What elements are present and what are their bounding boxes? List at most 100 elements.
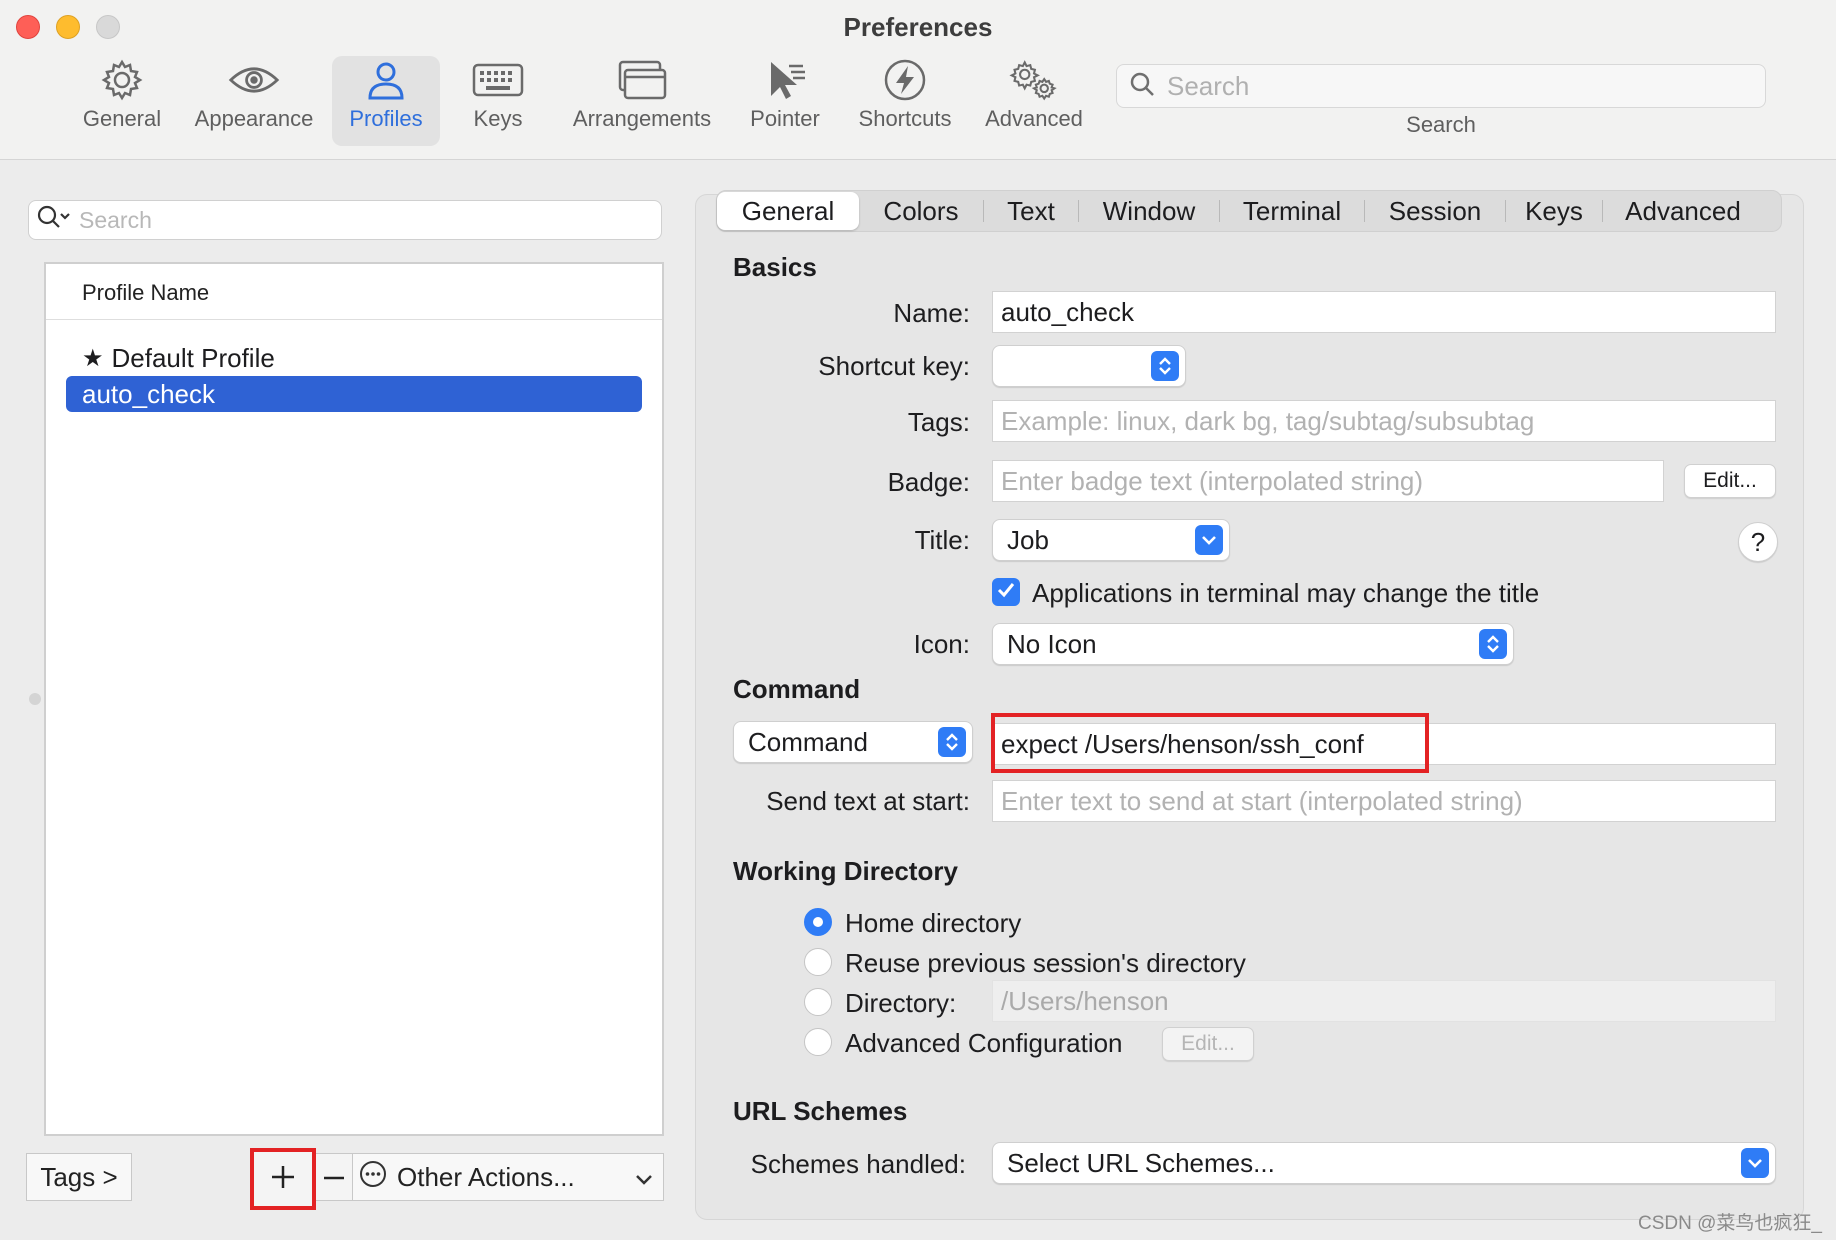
toolbar-keys[interactable]: Keys <box>458 56 538 146</box>
directory-label[interactable]: Directory: <box>845 988 956 1019</box>
tab-text[interactable]: Text <box>984 192 1078 230</box>
working-directory-section-title: Working Directory <box>733 856 958 886</box>
name-field[interactable] <box>992 291 1776 333</box>
toolbar-shortcuts-label: Shortcuts <box>858 106 952 131</box>
apps-change-title-checkbox[interactable] <box>992 578 1020 606</box>
title-value: Job <box>1007 524 1049 555</box>
profile-list: Profile Name ★ Default Profile auto_chec… <box>44 262 664 1136</box>
icon-popup[interactable]: No Icon <box>992 623 1514 665</box>
preferences-search-input[interactable] <box>1167 70 1727 102</box>
checkmark-icon <box>996 581 1016 604</box>
toolbar-pointer[interactable]: Pointer <box>742 56 828 146</box>
other-actions-label: Other Actions... <box>397 1161 575 1192</box>
other-actions-menu[interactable]: Other Actions... <box>352 1153 664 1201</box>
badge-edit-button[interactable]: Edit... <box>1684 464 1776 498</box>
gear-icon <box>96 56 148 104</box>
radio-directory[interactable] <box>804 988 832 1016</box>
pointer-icon <box>759 56 811 104</box>
profile-name-column-header[interactable]: Profile Name <box>46 264 662 320</box>
title-help-button[interactable]: ? <box>1738 522 1778 562</box>
url-schemes-section-title: URL Schemes <box>733 1096 908 1126</box>
shortcut-key-popup[interactable] <box>992 345 1186 387</box>
tab-advanced[interactable]: Advanced <box>1603 192 1763 230</box>
keyboard-icon <box>472 56 524 104</box>
badge-label: Badge: <box>887 467 970 497</box>
tab-terminal[interactable]: Terminal <box>1220 192 1364 230</box>
url-schemes-popup[interactable]: Select URL Schemes... <box>992 1142 1776 1184</box>
toolbar-general[interactable]: General <box>70 56 174 146</box>
schemes-handled-label: Schemes handled: <box>750 1149 966 1179</box>
send-text-input[interactable] <box>1001 785 1775 817</box>
toolbar-appearance-label: Appearance <box>194 106 314 131</box>
profile-row-default[interactable]: ★ Default Profile <box>66 340 642 376</box>
badge-field[interactable] <box>992 460 1664 502</box>
radio-reuse-previous-directory[interactable] <box>804 948 832 976</box>
preferences-window: Preferences General Appearance Profiles <box>0 0 1836 1240</box>
badge-input[interactable] <box>1001 465 1663 497</box>
up-down-chevron-icon <box>1151 351 1179 381</box>
search-icon <box>1129 71 1155 102</box>
icon-value: No Icon <box>1007 628 1097 659</box>
directory-field[interactable] <box>992 980 1776 1022</box>
advanced-configuration-label[interactable]: Advanced Configuration <box>845 1028 1123 1059</box>
toolbar-keys-label: Keys <box>473 106 523 131</box>
toolbar-arrangements-label: Arrangements <box>572 106 712 131</box>
up-down-chevron-icon <box>938 727 966 757</box>
name-input[interactable] <box>1001 296 1775 328</box>
advanced-configuration-edit-button[interactable]: Edit... <box>1162 1027 1254 1061</box>
title-popup[interactable]: Job <box>992 519 1230 561</box>
toolbar-appearance[interactable]: Appearance <box>186 56 322 146</box>
shortcut-key-label: Shortcut key: <box>818 351 970 381</box>
directory-input[interactable] <box>1001 985 1775 1017</box>
profile-settings-panel <box>695 194 1804 1220</box>
preferences-search-field[interactable] <box>1116 64 1766 108</box>
minus-icon <box>323 1168 345 1186</box>
tags-toggle-button[interactable]: Tags > <box>26 1153 132 1201</box>
remove-profile-button[interactable] <box>316 1153 352 1201</box>
send-text-field[interactable] <box>992 780 1776 822</box>
name-label: Name: <box>893 298 970 328</box>
eye-icon <box>228 56 280 104</box>
send-text-label: Send text at start: <box>766 786 970 816</box>
reuse-previous-directory-label[interactable]: Reuse previous session's directory <box>845 948 1246 979</box>
add-profile-button[interactable] <box>250 1148 316 1210</box>
plus-icon <box>270 1164 296 1195</box>
tags-field[interactable] <box>992 400 1776 442</box>
radio-advanced-configuration[interactable] <box>804 1028 832 1056</box>
gears-icon <box>1008 56 1060 104</box>
chevron-down-icon <box>635 1162 653 1193</box>
tab-colors[interactable]: Colors <box>859 192 983 230</box>
command-section-title: Command <box>733 674 861 704</box>
profile-search-input[interactable] <box>79 206 639 234</box>
chevron-down-icon <box>1195 525 1223 555</box>
icon-label: Icon: <box>913 629 970 659</box>
split-view-handle[interactable] <box>29 693 41 705</box>
tab-keys[interactable]: Keys <box>1506 192 1602 230</box>
tab-session[interactable]: Session <box>1365 192 1505 230</box>
tab-general[interactable]: General <box>717 192 859 230</box>
profile-row-auto-check[interactable]: auto_check <box>66 376 642 412</box>
toolbar-pointer-label: Pointer <box>750 106 820 131</box>
tags-input[interactable] <box>1001 405 1775 437</box>
profile-tab-bar: General Colors Text Window Terminal Sess… <box>716 190 1782 232</box>
apps-change-title-label[interactable]: Applications in terminal may change the … <box>1032 578 1539 609</box>
command-mode-popup[interactable]: Command <box>733 721 973 763</box>
toolbar-advanced[interactable]: Advanced <box>978 56 1090 146</box>
toolbar-arrangements[interactable]: Arrangements <box>562 56 722 146</box>
home-directory-label[interactable]: Home directory <box>845 908 1021 939</box>
radio-home-directory[interactable] <box>804 908 832 936</box>
toolbar-profiles[interactable]: Profiles <box>332 56 440 146</box>
command-mode-value: Command <box>748 726 868 757</box>
chevron-down-icon <box>1741 1148 1769 1178</box>
search-filter-icon <box>37 205 71 236</box>
annotation-highlight-command <box>991 713 1429 773</box>
toolbar-advanced-label: Advanced <box>985 106 1083 131</box>
profile-search-field[interactable] <box>28 200 662 240</box>
profile-row-label: auto_check <box>82 378 215 409</box>
tab-window[interactable]: Window <box>1079 192 1219 230</box>
toolbar-shortcuts[interactable]: Shortcuts <box>850 56 960 146</box>
star-icon: ★ <box>82 344 104 372</box>
url-schemes-value: Select URL Schemes... <box>1007 1147 1275 1178</box>
window-title: Preferences <box>843 12 993 42</box>
toolbar-profiles-label: Profiles <box>349 106 423 131</box>
